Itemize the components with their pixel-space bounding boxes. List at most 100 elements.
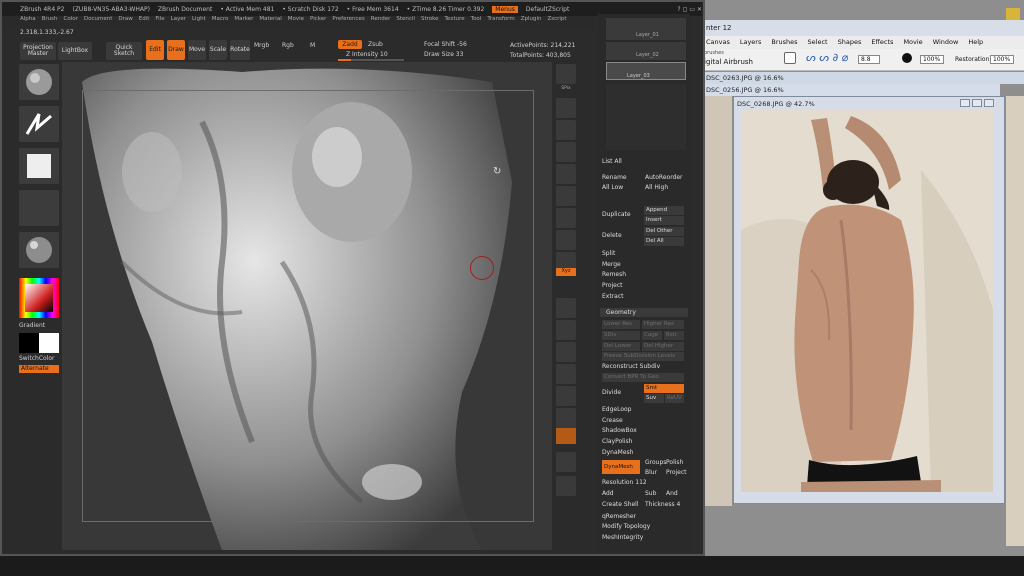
persp-button[interactable] bbox=[556, 186, 576, 206]
zsub-button[interactable]: Zsub bbox=[368, 41, 383, 48]
menu-color[interactable]: Color bbox=[64, 16, 78, 28]
menu-canvas[interactable]: Canvas bbox=[706, 38, 730, 47]
menu-stencil[interactable]: Stencil bbox=[396, 16, 415, 28]
menu-light[interactable]: Light bbox=[192, 16, 206, 28]
rstr-button[interactable]: Rstr bbox=[664, 331, 684, 340]
draw-size-slider[interactable]: Draw Size 33 bbox=[424, 51, 463, 58]
reconstruct-subdiv-button[interactable]: Reconstruct Subdiv bbox=[602, 363, 660, 370]
merge-button[interactable]: Merge bbox=[602, 261, 621, 268]
meshintegrity-subpalette[interactable]: MeshIntegrity bbox=[602, 534, 643, 541]
freeze-subdiv-button[interactable]: Freeze SubDivision Levels bbox=[602, 352, 684, 361]
project-toggle[interactable]: Project bbox=[666, 469, 687, 476]
gradient-toggle[interactable]: Gradient bbox=[19, 322, 45, 329]
texture-thumbnail[interactable] bbox=[19, 190, 59, 226]
menu-brush[interactable]: Brush bbox=[42, 16, 58, 28]
extract-button[interactable]: Extract bbox=[602, 293, 624, 300]
switch-color-button[interactable]: SwitchColor bbox=[19, 355, 55, 362]
subtool-slot-2[interactable]: Layer_02 bbox=[606, 42, 686, 60]
menu-marker[interactable]: Marker bbox=[234, 16, 253, 28]
groups-toggle[interactable]: Groups bbox=[645, 459, 666, 466]
z-intensity-slider[interactable]: Z Intensity 10 bbox=[346, 51, 388, 58]
higher-res-button[interactable]: Higher Res bbox=[642, 320, 684, 329]
and-button[interactable]: And bbox=[666, 490, 678, 497]
scroll-button[interactable] bbox=[556, 98, 576, 118]
convert-bpr-button[interactable]: Convert BPR To Geo bbox=[602, 373, 684, 382]
zoom-button[interactable] bbox=[556, 120, 576, 140]
menus-button[interactable]: Menus bbox=[492, 5, 518, 13]
blur-slider[interactable]: Blur bbox=[645, 469, 657, 476]
brush-name[interactable]: igital Airbrush bbox=[704, 58, 753, 66]
brush-size-field[interactable]: 8.8 bbox=[858, 55, 880, 64]
geometry-header[interactable]: Geometry bbox=[600, 308, 688, 317]
insert-button[interactable]: Insert bbox=[644, 216, 684, 225]
alternate-button[interactable]: Alternate bbox=[19, 365, 59, 373]
del-other-button[interactable]: Del Other bbox=[644, 227, 684, 236]
del-lower-button[interactable]: Del Lower bbox=[602, 342, 640, 351]
thickness-slider[interactable]: Thickness 4 bbox=[645, 501, 680, 508]
move-view-button[interactable] bbox=[556, 320, 576, 340]
modify-topology-subpalette[interactable]: Modify Topology bbox=[602, 523, 650, 530]
main-color-swatch[interactable] bbox=[19, 333, 39, 353]
menu-layer[interactable]: Layer bbox=[171, 16, 186, 28]
menu-select[interactable]: Select bbox=[808, 38, 828, 47]
secondary-color-swatch[interactable] bbox=[39, 333, 59, 353]
xpose-button[interactable] bbox=[556, 476, 576, 496]
menu-window[interactable]: Window bbox=[933, 38, 959, 47]
resolution-slider[interactable]: Resolution 112 bbox=[602, 479, 647, 486]
alpha-thumbnail[interactable] bbox=[19, 148, 59, 184]
menu-texture[interactable]: Texture bbox=[445, 16, 465, 28]
m-button[interactable]: M bbox=[310, 42, 315, 49]
remesh-button[interactable]: Remesh bbox=[602, 271, 626, 278]
menu-document[interactable]: Document bbox=[84, 16, 113, 28]
stroke-type-icons[interactable]: ᔕ ᔕ ∂ ⌀ bbox=[806, 52, 848, 63]
edgeloop-subpalette[interactable]: EdgeLoop bbox=[602, 406, 632, 413]
floor-button[interactable] bbox=[556, 208, 576, 228]
rotate-view-button[interactable] bbox=[556, 364, 576, 384]
restoration-field[interactable]: 100% bbox=[990, 55, 1014, 64]
menu-edit[interactable]: Edit bbox=[139, 16, 150, 28]
project-button[interactable]: Project bbox=[602, 282, 623, 289]
draw-button[interactable]: Draw bbox=[167, 40, 185, 60]
menu-alpha[interactable]: Alpha bbox=[20, 16, 36, 28]
menu-picker[interactable]: Picker bbox=[310, 16, 326, 28]
bpr-button[interactable] bbox=[556, 64, 576, 84]
qremesher-subpalette[interactable]: qRemesher bbox=[602, 513, 636, 520]
material-thumbnail[interactable] bbox=[19, 232, 59, 268]
dynamesh-button[interactable]: DynaMesh bbox=[602, 460, 640, 474]
menu-material[interactable]: Material bbox=[259, 16, 281, 28]
claypolish-subpalette[interactable]: ClayPolish bbox=[602, 438, 632, 445]
crease-subpalette[interactable]: Crease bbox=[602, 417, 623, 424]
quick-sketch-button[interactable]: Quick Sketch bbox=[106, 42, 142, 60]
spix-label[interactable]: SPix bbox=[554, 86, 578, 91]
suv-toggle[interactable]: Suv bbox=[644, 394, 664, 403]
aahalf-button[interactable] bbox=[556, 164, 576, 184]
create-shell-button[interactable]: Create Shell bbox=[602, 501, 638, 508]
all-high-button[interactable]: All High bbox=[645, 184, 668, 191]
menu-transform[interactable]: Transform bbox=[487, 16, 514, 28]
menu-file[interactable]: File bbox=[155, 16, 164, 28]
solo-button[interactable] bbox=[556, 452, 576, 472]
divide-button[interactable]: Divide bbox=[602, 389, 621, 396]
document-window-1[interactable]: DSC_0263.JPG @ 16.6% bbox=[700, 72, 1024, 84]
menu-movie[interactable]: Movie bbox=[288, 16, 304, 28]
sdiv-slider[interactable]: SDiv bbox=[602, 331, 640, 340]
focal-shift-slider[interactable]: Focal Shift -56 bbox=[424, 41, 467, 48]
menu-effects[interactable]: Effects bbox=[871, 38, 893, 47]
document-window-2[interactable]: DSC_0256.JPG @ 16.6% bbox=[700, 84, 1000, 96]
rename-button[interactable]: Rename bbox=[602, 174, 627, 181]
menu-stroke[interactable]: Stroke bbox=[421, 16, 439, 28]
lower-res-button[interactable]: Lower Res bbox=[602, 320, 640, 329]
ghost-button[interactable] bbox=[556, 428, 576, 444]
menu-tool[interactable]: Tool bbox=[471, 16, 482, 28]
shadowbox-subpalette[interactable]: ShadowBox bbox=[602, 427, 637, 434]
duplicate-button[interactable]: Duplicate bbox=[602, 211, 631, 218]
actual-button[interactable] bbox=[556, 142, 576, 162]
frame-button[interactable] bbox=[556, 298, 576, 318]
split-button[interactable]: Split bbox=[602, 250, 615, 257]
menu-preferences[interactable]: Preferences bbox=[332, 16, 364, 28]
delete-button[interactable]: Delete bbox=[602, 232, 622, 239]
edit-button[interactable]: Edit bbox=[146, 40, 164, 60]
maximize-icon[interactable] bbox=[972, 99, 982, 107]
rotate-button[interactable]: Rotate bbox=[230, 40, 250, 60]
smt-toggle[interactable]: Smt bbox=[644, 384, 684, 393]
